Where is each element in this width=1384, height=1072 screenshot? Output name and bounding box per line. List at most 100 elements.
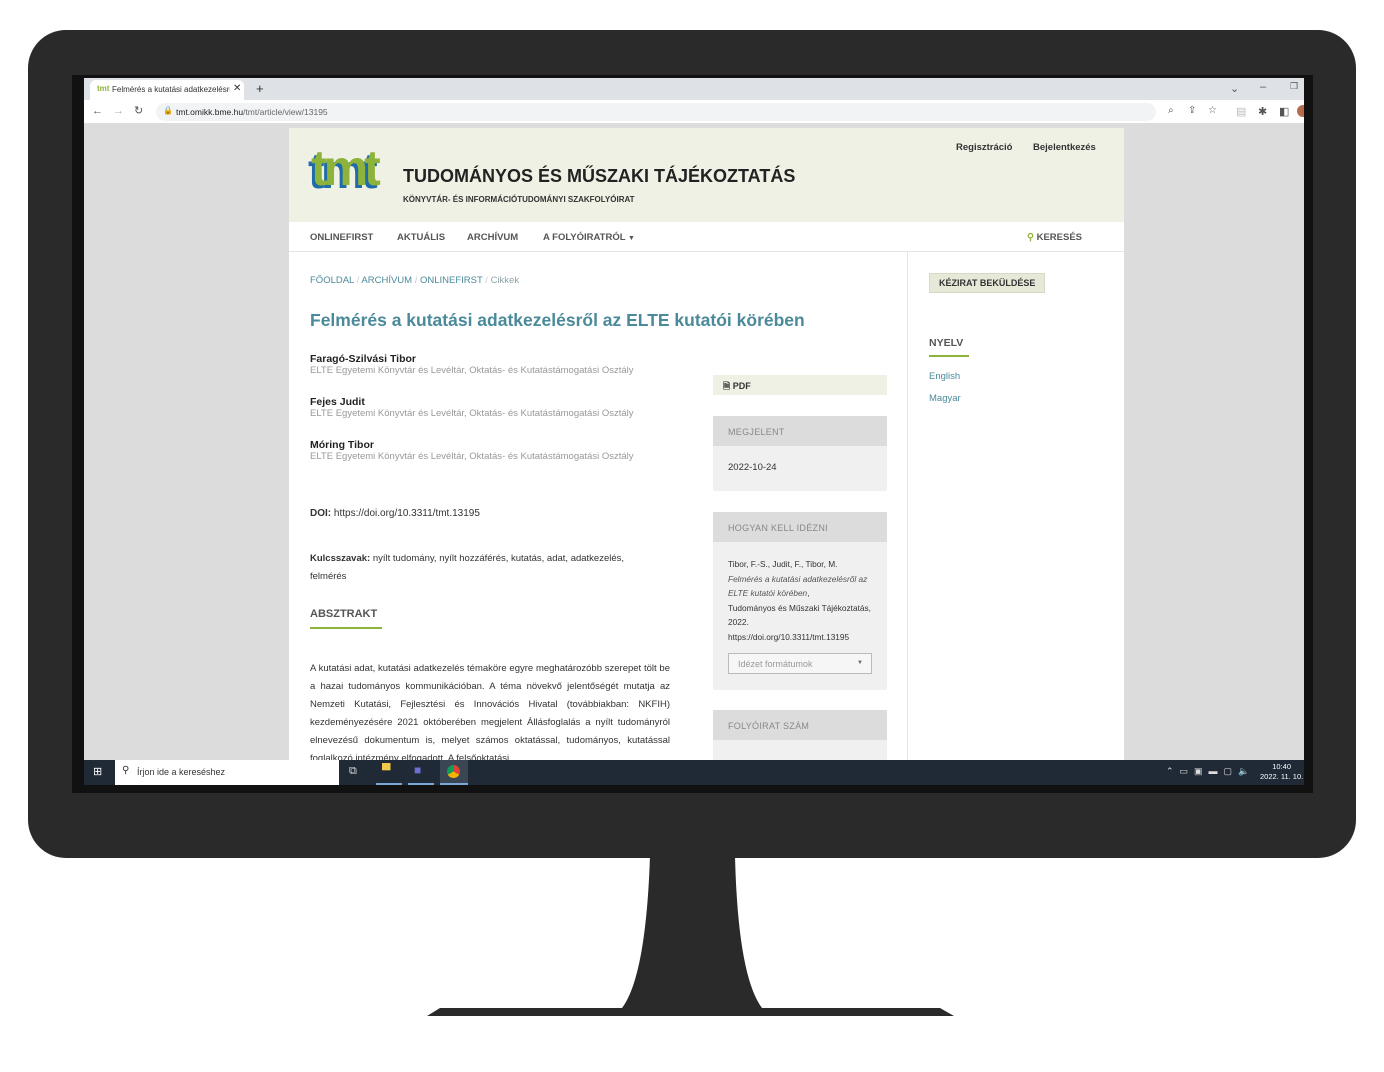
citation-panel: HOGYAN KELL IDÉZNI Tibor, F.-S., Judit, … bbox=[713, 512, 887, 690]
pdf-label: PDF bbox=[732, 381, 751, 391]
url-path: /tmt/article/view/13195 bbox=[243, 107, 328, 117]
submit-manuscript-button[interactable]: KÉZIRAT BEKÜLDÉSE bbox=[929, 273, 1046, 293]
url-input[interactable]: 🔒 tmt.omikk.bme.hu/tmt/article/view/1319… bbox=[156, 103, 1217, 121]
author-item: Fejes Judit ELTE Egyetemi Könyvtár és Lev… bbox=[310, 396, 690, 439]
search-icon: ⚲ bbox=[1027, 232, 1034, 243]
bookmark-star-icon[interactable]: ☆ bbox=[1208, 105, 1217, 116]
extensions-icon[interactable]: ✱ bbox=[1258, 105, 1267, 118]
caret-down-icon: ▼ bbox=[627, 235, 635, 242]
published-label: MEGJELENT bbox=[713, 416, 887, 446]
restore-icon[interactable]: ❐ bbox=[1290, 81, 1298, 92]
search-label: KERESÉS bbox=[1036, 232, 1083, 243]
language-english[interactable]: English bbox=[929, 371, 960, 382]
tab-search-icon[interactable]: ⌄ bbox=[1230, 82, 1239, 95]
nav-onlinefirst[interactable]: ONLINEFIRST bbox=[310, 232, 373, 243]
taskbar-search-placeholder: Írjon ide a kereséshez bbox=[137, 767, 226, 777]
author-item: Móring Tibor ELTE Egyetemi Könyvtár és Le… bbox=[310, 439, 690, 482]
author-name: Fejes Judit bbox=[310, 396, 365, 408]
issue-panel: FOLYÓIRAT SZÁM bbox=[713, 710, 887, 760]
file-icon: 🗎 bbox=[723, 381, 731, 391]
share-icon[interactable]: ⇪ bbox=[1188, 105, 1196, 116]
author-affiliation: ELTE Egyetemi Könyvtár és Levéltár, Okta… bbox=[310, 408, 634, 419]
author-name: Faragó-Szilvási Tibor bbox=[310, 353, 416, 365]
register-link[interactable]: Regisztráció bbox=[956, 142, 1013, 153]
tab-strip: tmt Felmérés a kutatási adatkezelésről ✕… bbox=[84, 78, 1304, 100]
clock[interactable]: 10:40 2022. 11. 10. bbox=[1260, 762, 1303, 782]
breadcrumb-onlinefirst[interactable]: ONLINEFIRST bbox=[420, 275, 483, 286]
citation-formats-label: Idézet formátumok bbox=[738, 659, 813, 669]
author-item: Faragó-Szilvási Tibor ELTE Egyetemi Könyv… bbox=[310, 353, 690, 396]
taskbar: ⊞ ⚲ Írjon ide a kereséshez ⧉ ▀ ■ ⌃▭▣▬▢🔈 1… bbox=[84, 760, 1304, 785]
language-magyar[interactable]: Magyar bbox=[929, 393, 961, 404]
keywords: Kulcsszavak: nyílt tudomány, nyílt hozzá… bbox=[310, 550, 660, 586]
site-logo[interactable]: tmt bbox=[311, 138, 381, 198]
file-explorer-icon[interactable]: ▀ bbox=[376, 763, 402, 785]
nav-about[interactable]: A FOLYÓIRATRÓL ▼ bbox=[543, 232, 635, 243]
site-title: TUDOMÁNYOS ÉS MŰSZAKI TÁJÉKOZTATÁS bbox=[403, 166, 796, 186]
back-icon[interactable]: ← bbox=[92, 105, 103, 117]
published-date: 2022-10-24 bbox=[728, 462, 777, 473]
sidebar-divider bbox=[907, 252, 908, 760]
site-subtitle: KÖNYVTÁR- ÉS INFORMÁCIÓTUDOMÁNYI SZAKFOL… bbox=[403, 195, 635, 204]
main-nav: ONLINEFIRST AKTUÁLIS ARCHÍVUM A FOLYÓIRA… bbox=[289, 222, 1124, 252]
language-heading: NYELV bbox=[929, 337, 969, 357]
author-list: Faragó-Szilvási Tibor ELTE Egyetemi Könyv… bbox=[310, 353, 690, 482]
keywords-label: Kulcsszavak: bbox=[310, 553, 371, 564]
system-tray-icons[interactable]: ⌃▭▣▬▢🔈 bbox=[1166, 766, 1255, 777]
issue-label: FOLYÓIRAT SZÁM bbox=[713, 710, 887, 740]
citation-title: Felmérés a kutatási adatkezelésről az EL… bbox=[728, 573, 868, 599]
published-panel: MEGJELENT 2022-10-24 bbox=[713, 416, 887, 491]
new-tab-icon[interactable]: + bbox=[256, 81, 264, 96]
close-tab-icon[interactable]: ✕ bbox=[230, 83, 244, 94]
doi-link[interactable]: https://doi.org/10.3311/tmt.13195 bbox=[334, 508, 480, 519]
nav-about-label: A FOLYÓIRATRÓL bbox=[543, 232, 626, 243]
teams-icon[interactable]: ■ bbox=[408, 763, 434, 785]
citation-formats-dropdown[interactable]: Idézet formátumok ▼ bbox=[728, 653, 872, 674]
nav-archivum[interactable]: ARCHÍVUM bbox=[467, 232, 518, 243]
favicon-icon: tmt bbox=[97, 84, 110, 93]
clock-time: 10:40 bbox=[1272, 762, 1291, 771]
lock-icon: 🔒 bbox=[163, 106, 173, 115]
author-affiliation: ELTE Egyetemi Könyvtár és Levéltár, Okta… bbox=[310, 365, 634, 376]
monitor-stand bbox=[427, 856, 954, 1016]
url-host: tmt.omikk.bme.hu bbox=[176, 107, 244, 117]
citation-journal: Tudományos és Műszaki Tájékoztatás, 2022… bbox=[728, 602, 871, 628]
doi-label: DOI: bbox=[310, 508, 332, 519]
taskbar-search-input[interactable]: ⚲ Írjon ide a kereséshez bbox=[115, 760, 339, 785]
chrome-icon[interactable] bbox=[440, 760, 468, 785]
article-title: Felmérés a kutatási adatkezelésről az EL… bbox=[310, 310, 805, 330]
citation-label: HOGYAN KELL IDÉZNI bbox=[713, 512, 887, 542]
citation-authors: Tibor, F.-S., Judit, F., Tibor, M. bbox=[728, 559, 838, 569]
reload-icon[interactable]: ↻ bbox=[134, 104, 143, 117]
search-link[interactable]: ⚲ KERESÉS bbox=[1027, 232, 1082, 243]
pdf-button[interactable]: 🗎 PDF bbox=[713, 375, 887, 395]
clock-date: 2022. 11. 10. bbox=[1260, 772, 1304, 781]
author-affiliation: ELTE Egyetemi Könyvtár és Levéltár, Okta… bbox=[310, 451, 634, 462]
minimize-icon[interactable]: – bbox=[1260, 81, 1266, 93]
browser-tab[interactable]: tmt Felmérés a kutatási adatkezelésről ✕ bbox=[90, 80, 244, 100]
browser-window: tmt Felmérés a kutatási adatkezelésről ✕… bbox=[84, 78, 1304, 760]
caret-down-icon: ▼ bbox=[857, 660, 863, 666]
windows-start-icon[interactable]: ⊞ bbox=[93, 765, 102, 778]
task-view-icon[interactable]: ⧉ bbox=[349, 765, 357, 778]
zoom-icon[interactable]: ⌕ bbox=[1168, 105, 1174, 116]
breadcrumb: FŐOLDAL / ARCHÍVUM / ONLINEFIRST / Cikke… bbox=[310, 275, 520, 286]
breadcrumb-home[interactable]: FŐOLDAL bbox=[310, 275, 354, 286]
web-page: tmt TUDOMÁNYOS ÉS MŰSZAKI TÁJÉKOZTATÁS K… bbox=[289, 128, 1124, 760]
breadcrumb-current: Cikkek bbox=[490, 275, 520, 286]
doi: DOI: https://doi.org/10.3311/tmt.13195 bbox=[310, 508, 480, 519]
tab-title: Felmérés a kutatási adatkezelésről bbox=[112, 85, 236, 94]
author-name: Móring Tibor bbox=[310, 439, 374, 451]
citation-doi[interactable]: https://doi.org/10.3311/tmt.13195 bbox=[728, 632, 849, 642]
abstract-heading: ABSZTRAKT bbox=[310, 608, 382, 629]
address-bar: ← → ↻ 🔒 tmt.omikk.bme.hu/tmt/article/vie… bbox=[84, 100, 1304, 124]
site-header: tmt TUDOMÁNYOS ÉS MŰSZAKI TÁJÉKOZTATÁS K… bbox=[289, 128, 1124, 222]
breadcrumb-archive[interactable]: ARCHÍVUM bbox=[361, 275, 412, 286]
side-panel-icon[interactable]: ◧ bbox=[1279, 105, 1289, 118]
nav-aktualis[interactable]: AKTUÁLIS bbox=[397, 232, 445, 243]
forward-icon[interactable]: → bbox=[113, 105, 124, 117]
login-link[interactable]: Bejelentkezés bbox=[1033, 142, 1096, 153]
search-icon: ⚲ bbox=[122, 765, 130, 776]
profile-avatar[interactable] bbox=[1297, 105, 1304, 117]
reader-icon[interactable]: ▤ bbox=[1236, 105, 1246, 118]
